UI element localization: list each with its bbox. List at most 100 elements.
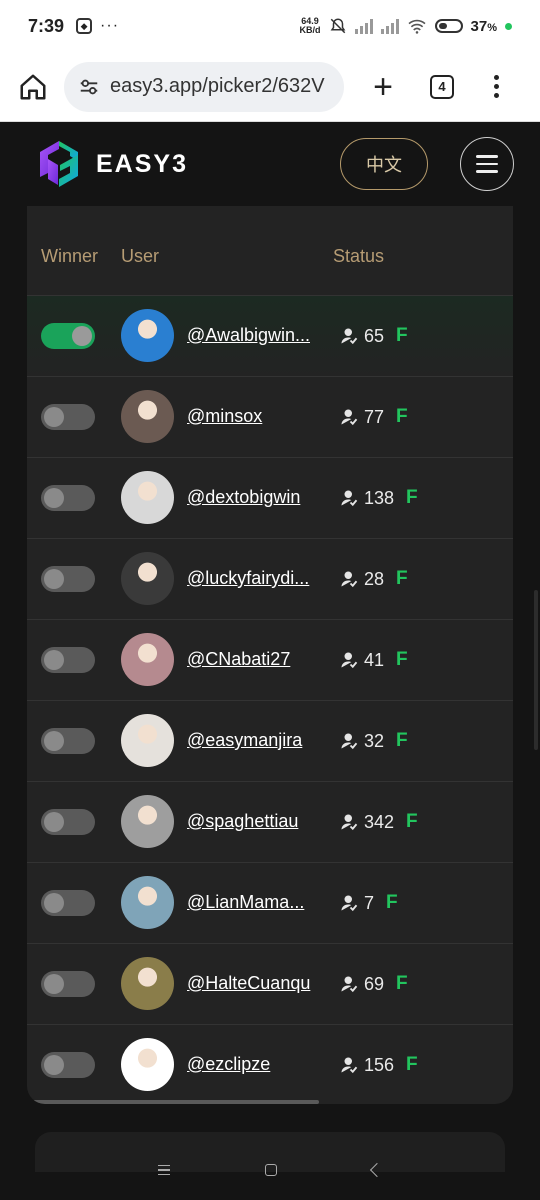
- winner-toggle[interactable]: [41, 323, 95, 349]
- follower-count: 7: [364, 892, 375, 913]
- table-row: @luckyfairydi... 28 F: [27, 539, 513, 620]
- follower-count: 65: [364, 325, 385, 346]
- system-nav-bar: [0, 1140, 540, 1200]
- username-link[interactable]: @HalteCuanqu: [187, 973, 319, 994]
- person-check-icon: [341, 409, 358, 426]
- username-link[interactable]: @Awalbigwin...: [187, 325, 319, 346]
- winner-toggle[interactable]: [41, 404, 95, 430]
- avatar: [121, 714, 174, 767]
- new-tab-button[interactable]: +: [366, 70, 400, 104]
- follower-count: 28: [364, 568, 385, 589]
- table-row: @easymanjira 32 F: [27, 701, 513, 782]
- bell-muted-icon: [330, 18, 345, 34]
- follower-count: 138: [364, 487, 395, 508]
- avatar: [121, 876, 174, 929]
- follower-count: 342: [364, 811, 395, 832]
- username-link[interactable]: @minsox: [187, 406, 319, 427]
- status-cell: 342 F: [340, 811, 418, 833]
- column-user: User: [121, 246, 160, 266]
- column-status: Status: [333, 246, 385, 266]
- follow-badge: F: [396, 730, 408, 751]
- tab-switcher-button[interactable]: 4: [430, 74, 454, 99]
- username-link[interactable]: @easymanjira: [187, 730, 319, 751]
- avatar: [121, 633, 174, 686]
- person-check-icon: [341, 652, 358, 669]
- signal-icon: [354, 18, 373, 34]
- person-check-icon: [341, 733, 358, 750]
- person-check-icon: [341, 571, 358, 588]
- username-link[interactable]: @ezclipze: [187, 1054, 319, 1075]
- winner-toggle[interactable]: [41, 485, 95, 511]
- person-check-icon: [341, 814, 358, 831]
- table-row: @HalteCuanqu 69 F: [27, 944, 513, 1025]
- winner-toggle[interactable]: [41, 728, 95, 754]
- follower-count: 77: [364, 406, 385, 427]
- status-cell: 138 F: [340, 487, 418, 509]
- follow-badge: F: [396, 325, 408, 346]
- app-header: EASY3 中文: [0, 122, 540, 206]
- follower-count: 41: [364, 649, 385, 670]
- status-cell: 41 F: [340, 649, 408, 671]
- username-link[interactable]: @luckyfairydi...: [187, 568, 319, 589]
- avatar: [121, 309, 174, 362]
- browser-toolbar: easy3.app/picker2/632V + 4: [0, 52, 540, 122]
- home-button[interactable]: [16, 70, 50, 104]
- follow-badge: F: [406, 1054, 418, 1075]
- recent-apps-button[interactable]: [157, 1164, 170, 1176]
- status-time: 7:39: [28, 15, 65, 36]
- status-cell: 28 F: [340, 568, 408, 590]
- username-link[interactable]: @spaghettiau: [187, 811, 319, 832]
- url-text: easy3.app/picker2/632V: [110, 75, 325, 97]
- browser-menu-button[interactable]: [494, 75, 499, 98]
- follow-badge: F: [396, 568, 408, 589]
- language-button[interactable]: 中文: [340, 138, 428, 190]
- username-link[interactable]: @CNabati27: [187, 649, 319, 670]
- follow-badge: F: [406, 811, 418, 832]
- winner-toggle[interactable]: [41, 971, 95, 997]
- table-row: @Awalbigwin... 65 F: [27, 296, 513, 377]
- table-row: @LianMama... 7 F: [27, 863, 513, 944]
- winner-toggle[interactable]: [41, 647, 95, 673]
- avatar: [121, 552, 174, 605]
- username-link[interactable]: @dextobigwin: [187, 487, 319, 508]
- status-cell: 32 F: [340, 730, 408, 752]
- home-nav-button[interactable]: [264, 1164, 277, 1176]
- more-notifications-icon: ···: [100, 17, 120, 34]
- url-bar[interactable]: easy3.app/picker2/632V: [64, 61, 344, 112]
- person-check-icon: [341, 895, 358, 912]
- follow-badge: F: [396, 406, 408, 427]
- status-cell: 7 F: [340, 892, 398, 914]
- table-body: @Awalbigwin... 65 F @minsox 77 F @dextob…: [27, 296, 513, 1104]
- table-row: @spaghettiau 342 F: [27, 782, 513, 863]
- avatar: [121, 957, 174, 1010]
- site-settings-icon[interactable]: [78, 76, 100, 98]
- winner-toggle[interactable]: [41, 890, 95, 916]
- winner-toggle[interactable]: [41, 566, 95, 592]
- username-link[interactable]: @LianMama...: [187, 892, 319, 913]
- table-row: @CNabati27 41 F: [27, 620, 513, 701]
- column-winner: Winner: [41, 246, 99, 266]
- follower-count: 156: [364, 1054, 395, 1075]
- table-row: @minsox 77 F: [27, 377, 513, 458]
- avatar: [121, 471, 174, 524]
- person-check-icon: [341, 490, 358, 507]
- status-cell: 69 F: [340, 973, 408, 995]
- wifi-icon: [407, 19, 426, 34]
- winner-toggle[interactable]: [41, 1052, 95, 1078]
- battery-percent: 37%: [470, 17, 497, 35]
- vertical-scrollbar[interactable]: [534, 590, 538, 750]
- status-bar: 7:39 ◆ ··· 64.9 KB/d 37%: [0, 0, 540, 52]
- person-check-icon: [341, 328, 358, 345]
- privacy-dot-icon: [505, 22, 512, 30]
- winner-toggle[interactable]: [41, 809, 95, 835]
- avatar: [121, 390, 174, 443]
- signal-icon: [380, 18, 399, 34]
- person-check-icon: [341, 1057, 358, 1074]
- horizontal-scrollbar[interactable]: [27, 1100, 319, 1104]
- avatar: [121, 1038, 174, 1091]
- back-button[interactable]: [370, 1162, 385, 1178]
- hamburger-menu-button[interactable]: [460, 137, 514, 191]
- home-icon: [20, 74, 46, 99]
- network-speed: 64.9 KB/d: [299, 16, 321, 35]
- participants-table: Winner User Status @Awalbigwin... 65 F @…: [27, 206, 513, 1104]
